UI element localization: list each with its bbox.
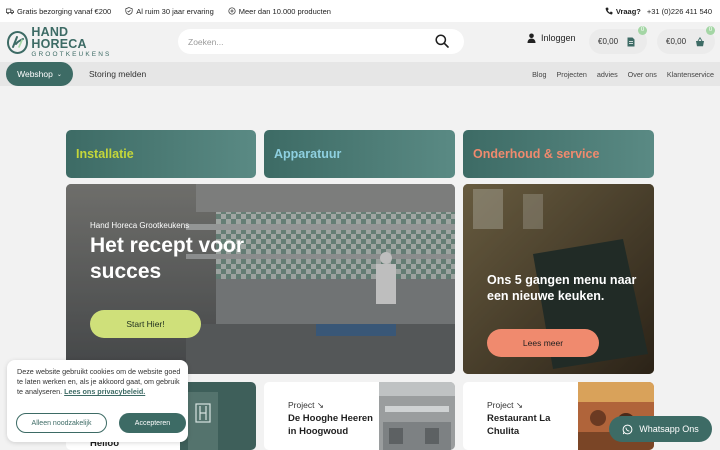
category-onderhoud-service[interactable]: Onderhoud & service: [463, 130, 654, 178]
login-button[interactable]: Inloggen: [527, 33, 576, 43]
privacy-link[interactable]: Lees ons privacybeleid.: [64, 387, 145, 396]
lees-meer-button[interactable]: Lees meer: [487, 329, 599, 357]
shopping-basket-icon: [696, 36, 705, 46]
usp-shipping: Gratis bezorging vanaf €200: [6, 7, 111, 16]
project-title: De Hooghe Heeren in Hoogwoud: [288, 413, 373, 437]
truck-icon: [6, 8, 14, 15]
nav-link-over-ons[interactable]: Over ons: [628, 70, 657, 79]
hero-title: Het recept voor succes: [90, 234, 245, 283]
project-label: Project ↘: [288, 400, 324, 411]
webshop-label: Webshop: [17, 69, 53, 79]
nav-links: Blog Projecten advies Over ons Klantense…: [522, 70, 714, 79]
webshop-menu-button[interactable]: Webshop ⌄: [6, 62, 73, 86]
hero-kicker: Hand Horeca Grootkeukens: [90, 221, 190, 230]
arrow-down-right-icon: ↘: [515, 400, 523, 410]
whatsapp-icon: [622, 424, 633, 434]
search-icon[interactable]: [435, 34, 449, 48]
nav-storing-melden[interactable]: Storing melden: [89, 69, 146, 79]
compare-amount: €0,00: [598, 37, 619, 46]
logo-mark-icon: [7, 30, 29, 54]
shield-check-icon: [125, 7, 133, 15]
project-image: [379, 382, 455, 450]
whatsapp-button[interactable]: Whatsapp Ons: [609, 416, 712, 442]
cookie-necessary-button[interactable]: Alleen noodzakelijk: [16, 413, 107, 433]
cart-button[interactable]: €0,00 0: [657, 26, 715, 54]
nav-link-advies[interactable]: advies: [597, 70, 618, 79]
chevron-down-icon: ⌄: [56, 71, 62, 78]
compare-button[interactable]: €0,00 0: [589, 26, 647, 54]
site-header: HAND HORECA GROOTKEUKENS Inloggen €0,00 …: [0, 22, 720, 62]
cart-amount: €0,00: [666, 37, 687, 46]
box-icon: [228, 7, 236, 15]
project-image: [180, 382, 256, 450]
search-input[interactable]: [188, 36, 428, 47]
whatsapp-label: Whatsapp Ons: [639, 424, 699, 434]
cart-count-badge: 0: [706, 26, 715, 35]
usp-text: Gratis bezorging vanaf €200: [17, 6, 112, 16]
usp-text: Meer dan 10.000 producten: [238, 6, 331, 16]
phone-question: Vraag?: [615, 6, 641, 16]
login-label: Inloggen: [541, 33, 576, 43]
logo-subtitle: GROOTKEUKENS: [31, 50, 112, 58]
start-button[interactable]: Start Hier!: [90, 310, 201, 338]
usp-experience: Al ruim 30 jaar ervaring: [125, 7, 214, 16]
search-bar: [178, 29, 464, 54]
nav-link-blog[interactable]: Blog: [532, 70, 546, 79]
hero-banner: Hand Horeca Grootkeukens Het recept voor…: [66, 184, 455, 374]
logo-title: HAND HORECA: [31, 24, 87, 52]
cookie-accept-button[interactable]: Accepteren: [119, 413, 186, 433]
usp-bar: Gratis bezorging vanaf €200 Al ruim 30 j…: [0, 0, 720, 22]
cookie-banner: Deze website gebruikt cookies om de webs…: [7, 360, 188, 442]
project-card[interactable]: Project ↘ De Hooghe Heeren in Hoogwoud: [264, 382, 455, 450]
site-logo[interactable]: HAND HORECA GROOTKEUKENS: [7, 24, 119, 58]
project-title: Restaurant La Chulita: [487, 413, 551, 437]
category-apparatuur[interactable]: Apparatuur: [264, 130, 455, 178]
arrow-down-right-icon: ↘: [316, 400, 324, 410]
nav-link-projecten[interactable]: Projecten: [557, 70, 587, 79]
menu-promo: Ons 5 gangen menu naar een nieuwe keuken…: [463, 184, 654, 374]
nav-link-klantenservice[interactable]: Klantenservice: [667, 70, 714, 79]
phone-icon: [605, 7, 613, 15]
menu-promo-title: Ons 5 gangen menu naar een nieuwe keuken…: [487, 273, 637, 303]
category-installatie[interactable]: Installatie: [66, 130, 256, 178]
user-icon: [527, 33, 536, 43]
usp-text: Al ruim 30 jaar ervaring: [136, 6, 214, 16]
project-label: Project ↘: [487, 400, 523, 411]
compare-count-badge: 0: [638, 26, 647, 35]
phone-number[interactable]: +31 (0)226 411 540: [647, 7, 712, 16]
phone-contact[interactable]: Vraag? +31 (0)226 411 540: [605, 0, 712, 22]
main-nav: Webshop ⌄ Storing melden Blog Projecten …: [0, 62, 720, 86]
project-label-text: Project: [288, 400, 315, 410]
document-icon: [627, 37, 635, 46]
cookie-text: Deze website gebruikt cookies om de webs…: [17, 367, 182, 397]
usp-products: Meer dan 10.000 producten: [228, 7, 331, 16]
project-label-text: Project: [487, 400, 514, 410]
